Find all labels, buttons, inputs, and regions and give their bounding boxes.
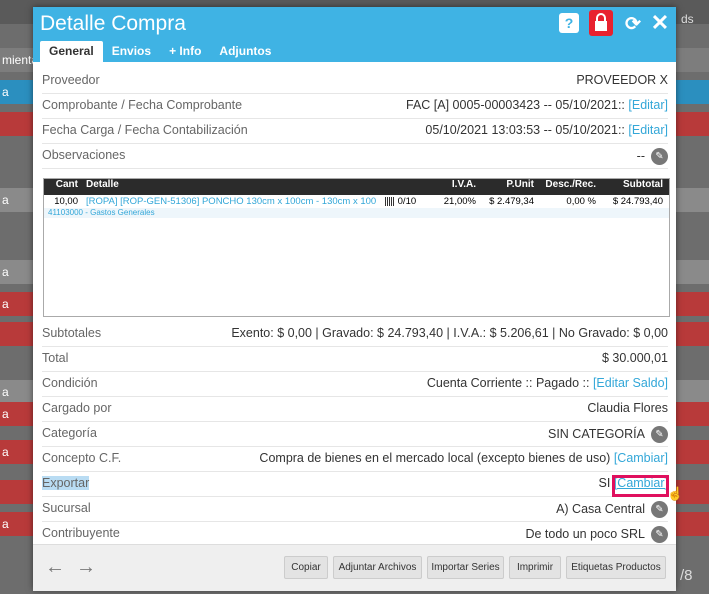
categoria-value: SIN CATEGORÍA [547, 426, 645, 441]
field-cargado-por: Cargado por Claudia Flores [42, 397, 668, 422]
col-subtotal: Subtotal [623, 179, 663, 190]
field-value: 05/10/2021 13:03:53 -- 05/10/2021:: [Edi… [425, 123, 668, 137]
copiar-button[interactable]: Copiar [284, 556, 328, 579]
field-sucursal: Sucursal A) Casa Central ✎ [42, 497, 668, 522]
tab-adjuntos[interactable]: Adjuntos [210, 41, 280, 62]
total-value: $ 30.000,01 [601, 351, 668, 365]
refresh-icon[interactable]: ⟳ [623, 13, 643, 35]
col-punit: P.Unit [506, 179, 534, 190]
field-exportar: Exportar SI [Cambiar] [42, 472, 668, 497]
exportar-value: SI [598, 476, 611, 490]
tab-info[interactable]: + Info [160, 41, 210, 62]
field-label: Concepto C.F. [42, 451, 122, 465]
field-value: FAC [A] 0005-00003423 -- 05/10/2021:: [E… [406, 98, 668, 112]
field-label: Comprobante / Fecha Comprobante [42, 98, 243, 112]
barcode-icon[interactable] [385, 196, 395, 206]
field-label: Total [42, 351, 69, 365]
field-label: Exportar [42, 476, 90, 490]
field-condicion: Condición Cuenta Corriente :: Pagado :: … [42, 372, 668, 397]
cell-subtotal: $ 24.793,40 [612, 196, 663, 207]
col-cant: Cant [55, 179, 78, 190]
field-value: Compra de bienes en el mercado local (ex… [259, 451, 668, 465]
condicion-value: Cuenta Corriente :: Pagado :: [426, 376, 590, 390]
field-label: Fecha Carga / Fecha Contabilización [42, 123, 248, 137]
cell-desc: 0,00 % [566, 196, 596, 207]
field-concepto: Concepto C.F. Compra de bienes en el mer… [42, 447, 668, 472]
table-row[interactable]: 10,00 [ROPA] [ROP-GEN-51306] PONCHO 130c… [44, 195, 669, 208]
field-subtotales: Subtotales Exento: $ 0,00 | Gravado: $ 2… [42, 322, 668, 347]
background-fragment: ds [681, 12, 694, 26]
cambiar-concepto-link[interactable]: [Cambiar] [614, 451, 668, 465]
importar-series-button[interactable]: Importar Series [427, 556, 504, 579]
background-pager: /8 [680, 567, 693, 584]
field-label: Sucursal [42, 501, 91, 515]
field-value: A) Casa Central ✎ [556, 501, 668, 518]
items-grid: Cant Detalle I.V.A. P.Unit Desc./Rec. Su… [43, 178, 670, 317]
field-value: Cuenta Corriente :: Pagado :: [Editar Sa… [427, 376, 668, 390]
cargado-por-value: Claudia Flores [587, 401, 668, 415]
dialog-title: Detalle Compra [40, 12, 186, 35]
field-proveedor: Proveedor PROVEEDOR X [42, 69, 668, 94]
cell-punit: $ 2.479,34 [489, 196, 534, 207]
concepto-value: Compra de bienes en el mercado local (ex… [259, 451, 611, 465]
edit-sucursal-icon[interactable]: ✎ [651, 501, 668, 518]
field-categoria: Categoría SIN CATEGORÍA ✎ [42, 422, 668, 447]
series-count: 0/10 [397, 196, 417, 207]
field-label: Proveedor [42, 73, 100, 87]
arrow-left-icon[interactable]: ← [45, 556, 65, 579]
contribuyente-value: De todo un poco SRL [525, 526, 645, 541]
field-label: Cargado por [42, 401, 112, 415]
edit-contribuyente-icon[interactable]: ✎ [651, 526, 668, 543]
edit-categoria-icon[interactable]: ✎ [651, 426, 668, 443]
cell-detalle[interactable]: [ROPA] [ROP-GEN-51306] PONCHO 130cm x 10… [82, 195, 383, 208]
col-desc: Desc./Rec. [545, 179, 596, 190]
series-cell: 0/10 [383, 195, 432, 208]
lock-icon[interactable] [589, 10, 613, 36]
dialog-header: Detalle Compra General Envios + Info Adj… [33, 7, 676, 62]
editar-fecha-link[interactable]: [Editar] [628, 123, 668, 137]
field-label: Observaciones [42, 148, 126, 162]
field-observaciones: Observaciones -- ✎ [42, 144, 668, 169]
arrow-right-icon[interactable]: → [76, 556, 96, 579]
proveedor-link[interactable]: PROVEEDOR X [576, 73, 668, 87]
sucursal-value: A) Casa Central [556, 501, 645, 516]
field-value: -- ✎ [637, 148, 668, 165]
field-label: Contribuyente [42, 526, 120, 540]
tab-envios[interactable]: Envios [103, 41, 160, 62]
edit-observaciones-icon[interactable]: ✎ [651, 148, 668, 165]
field-total: Total $ 30.000,01 [42, 347, 668, 372]
comprobante-value: FAC [A] 0005-00003423 -- 05/10/2021:: [406, 98, 625, 112]
editar-saldo-link[interactable]: [Editar Saldo] [593, 376, 668, 390]
field-label: Condición [42, 376, 98, 390]
grid-header: Cant Detalle I.V.A. P.Unit Desc./Rec. Su… [44, 179, 669, 195]
detalle-compra-dialog: Detalle Compra General Envios + Info Adj… [33, 7, 683, 591]
tab-bar: General Envios + Info Adjuntos [40, 41, 280, 62]
pointer-cursor-icon: ☝ [667, 486, 684, 501]
dialog-footer: ← → Copiar Adjuntar Archivos Importar Se… [33, 544, 676, 591]
header-fields: Proveedor PROVEEDOR X Comprobante / Fech… [42, 69, 668, 169]
field-fecha-carga: Fecha Carga / Fecha Contabilización 05/1… [42, 119, 668, 144]
field-value: SIN CATEGORÍA ✎ [548, 426, 668, 443]
tab-general[interactable]: General [40, 41, 103, 62]
close-icon[interactable]: ✕ [650, 12, 670, 34]
adjuntar-archivos-button[interactable]: Adjuntar Archivos [333, 556, 422, 579]
help-icon[interactable]: ? [559, 13, 579, 33]
editar-comprobante-link[interactable]: [Editar] [628, 98, 668, 112]
cell-cant: 10,00 [54, 196, 78, 207]
cell-iva: 21,00% [443, 196, 476, 207]
field-label: Subtotales [42, 326, 102, 340]
col-iva: I.V.A. [451, 179, 476, 190]
field-value: De todo un poco SRL ✎ [525, 526, 668, 543]
fecha-carga-value: 05/10/2021 13:03:53 -- 05/10/2021:: [425, 123, 625, 137]
col-detalle: Detalle [86, 179, 119, 190]
imprimir-button[interactable]: Imprimir [509, 556, 561, 579]
field-label: Categoría [42, 426, 97, 440]
field-comprobante: Comprobante / Fecha Comprobante FAC [A] … [42, 94, 668, 119]
summary-fields: Subtotales Exento: $ 0,00 | Gravado: $ 2… [42, 322, 668, 547]
etiquetas-productos-button[interactable]: Etiquetas Productos [566, 556, 666, 579]
account-line: 41103000 - Gastos Generales [44, 208, 669, 218]
observaciones-value: -- [636, 148, 645, 163]
focus-highlight [612, 475, 669, 497]
subtotales-value: Exento: $ 0,00 | Gravado: $ 24.793,40 | … [231, 326, 668, 340]
